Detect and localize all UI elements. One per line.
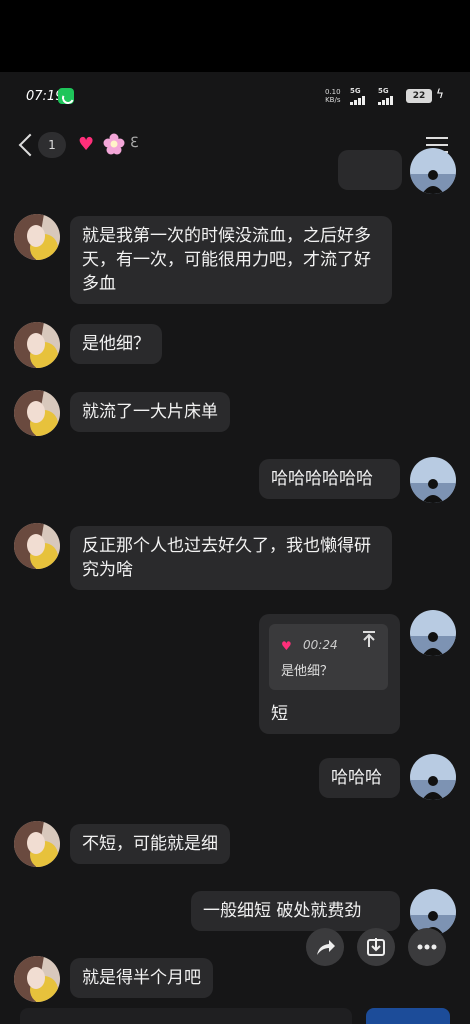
status-bar: 07:19 0.10 KB/s 5G 5G 22 ϟ: [0, 72, 470, 124]
message-row: 反正那个人也过去好久了，我也懒得研究为啥: [0, 523, 470, 590]
message-bubble[interactable]: 哈哈哈哈哈哈: [259, 459, 400, 499]
message-bubble-partial[interactable]: [338, 150, 402, 190]
network-type-2: 5G: [378, 87, 389, 95]
message-row: 就是得半个月吧: [0, 956, 470, 1004]
avatar[interactable]: [14, 523, 60, 569]
message-bubble[interactable]: 哈哈哈: [319, 758, 400, 798]
avatar[interactable]: [14, 214, 60, 260]
message-row: 就流了一大片床单: [0, 390, 470, 438]
message-bubble[interactable]: 是他细？: [70, 324, 162, 364]
avatar[interactable]: [410, 754, 456, 800]
message-row: 不短，可能就是细: [0, 821, 470, 869]
heart-icon: ♥: [281, 639, 292, 653]
avatar[interactable]: [14, 322, 60, 368]
message-input[interactable]: [20, 1008, 352, 1024]
avatar[interactable]: [14, 956, 60, 1002]
camera-area: [0, 0, 470, 72]
avatar[interactable]: [14, 390, 60, 436]
message-bubble[interactable]: 就是得半个月吧: [70, 958, 213, 998]
avatar[interactable]: [410, 610, 456, 656]
message-row: 是他细？: [0, 322, 470, 370]
charging-icon: ϟ: [436, 87, 444, 101]
network-type: 5G: [350, 87, 361, 95]
message-bubble[interactable]: 不短，可能就是细: [70, 824, 230, 864]
avatar[interactable]: [14, 821, 60, 867]
message-bubble[interactable]: 就流了一大片床单: [70, 392, 230, 432]
unread-badge[interactable]: 1: [38, 132, 66, 158]
net-speed-value: 0.10: [325, 88, 341, 96]
message-bubble-with-quote[interactable]: ♥ 00:24 是他细？ 短: [259, 614, 400, 734]
pin-top-icon[interactable]: [361, 630, 377, 648]
message-bubble[interactable]: 一般细短 破处就费劲: [191, 891, 400, 931]
quote-timestamp: 00:24: [303, 638, 338, 652]
message-bubble[interactable]: 反正那个人也过去好久了，我也懒得研究为啥: [70, 526, 392, 590]
flower-icon: [103, 133, 125, 155]
avatar[interactable]: [410, 457, 456, 503]
message-row: 一般细短 破处就费劲: [0, 889, 470, 937]
back-icon[interactable]: [16, 133, 36, 157]
quoted-message[interactable]: ♥ 00:24 是他细？: [269, 624, 388, 690]
heart-icon: ♥: [78, 134, 95, 155]
ear-icon: ℇ: [130, 135, 139, 151]
net-speed-unit: KB/s: [325, 96, 341, 104]
message-text: 短: [271, 704, 288, 724]
message-bubble[interactable]: 就是我第一次的时候没流血，之后好多天，有一次，可能很用力吧，才流了好多血: [70, 216, 392, 304]
message-row: 哈哈哈: [0, 754, 470, 802]
network-speed: 0.10 KB/s: [325, 88, 341, 104]
message-row: 就是我第一次的时候没流血，之后好多天，有一次，可能很用力吧，才流了好多血: [0, 214, 470, 304]
quote-text: 是他细？: [281, 664, 334, 679]
message-row-partial: [0, 148, 470, 194]
message-row: 哈哈哈哈哈哈: [0, 457, 470, 505]
send-button[interactable]: [366, 1008, 450, 1024]
message-row: ♥ 00:24 是他细？ 短: [0, 610, 470, 734]
battery-icon: 22: [406, 89, 432, 103]
call-icon: [58, 88, 74, 104]
avatar[interactable]: [410, 148, 456, 194]
